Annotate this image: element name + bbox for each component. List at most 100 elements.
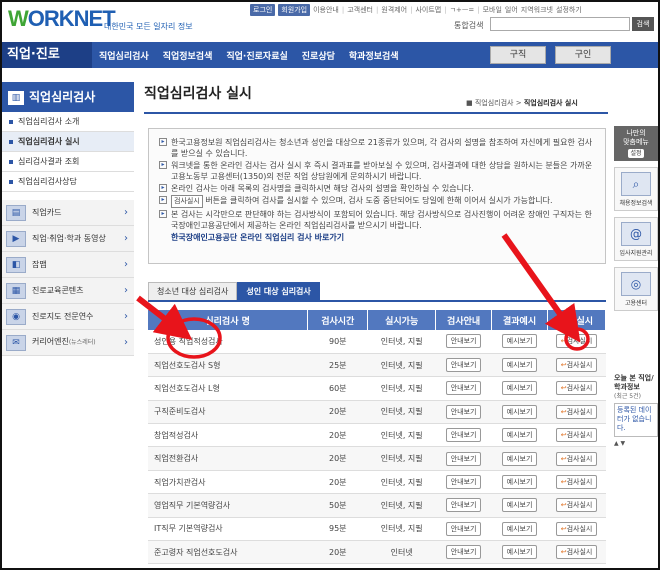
- customer-center-link[interactable]: 고객센터: [347, 5, 373, 15]
- employer-button[interactable]: 구인: [555, 46, 611, 64]
- test-name-link[interactable]: 직업가치관검사: [148, 470, 308, 495]
- view-example-button[interactable]: 예시보기: [501, 381, 538, 396]
- quick-job-search[interactable]: ⌕ 채용정보검색: [614, 167, 658, 211]
- nav-item-major-info[interactable]: 학과정보검색: [342, 49, 406, 62]
- sitemap-link[interactable]: 사이트맵: [415, 5, 441, 15]
- view-example-button[interactable]: 예시보기: [501, 334, 538, 349]
- view-guide-button[interactable]: 안내보기: [445, 358, 482, 373]
- at-icon: @: [621, 222, 651, 246]
- run-test-button[interactable]: ↩검사실시: [555, 358, 598, 373]
- remote-control-link[interactable]: 원격제어: [381, 5, 407, 15]
- guide-cell: 안내보기: [435, 400, 492, 425]
- notice-item: ▸ 워크넷을 통한 온라인 검사는 검사 실시 후 즉시 결과표를 받아보실 수 …: [159, 160, 597, 182]
- run-test-button[interactable]: ↩검사실시: [555, 451, 598, 466]
- quick-application-manage[interactable]: @ 입사지원관리: [614, 217, 658, 261]
- test-duration: 20분: [307, 446, 368, 471]
- quick-employment-center[interactable]: ◎ 고용센터: [614, 267, 658, 311]
- view-example-button[interactable]: 예시보기: [501, 451, 538, 466]
- mobile-link[interactable]: 모바일: [483, 5, 502, 15]
- guide-link[interactable]: 이용안내: [313, 5, 339, 15]
- signup-link[interactable]: 회원가입: [278, 4, 311, 16]
- run-test-button[interactable]: ↩검사실시: [555, 475, 598, 490]
- run-test-button[interactable]: ↩검사실시: [555, 545, 598, 560]
- view-guide-button[interactable]: 안내보기: [445, 334, 482, 349]
- test-name-link[interactable]: 준고령자 직업선호도검사: [148, 540, 308, 565]
- view-example-button[interactable]: 예시보기: [501, 428, 538, 443]
- nav-item-career-resources[interactable]: 직업·진로자료실: [219, 49, 294, 62]
- home-icon[interactable]: ■: [466, 99, 475, 107]
- run-test-button[interactable]: ↩검사실시: [555, 498, 598, 513]
- notice-item: ▸ 온라인 검사는 아래 목록의 검사명을 클릭하시면 해당 검사의 설명을 확인…: [159, 183, 597, 194]
- test-name-link[interactable]: 직업전환검사: [148, 446, 308, 471]
- sidebar-link-job-card[interactable]: ▤ 직업카드 ›: [2, 200, 134, 226]
- search-input[interactable]: [490, 17, 630, 31]
- view-guide-button[interactable]: 안내보기: [445, 521, 482, 536]
- view-example-button[interactable]: 예시보기: [501, 498, 538, 513]
- run-test-button[interactable]: ↩검사실시: [555, 404, 598, 419]
- test-availability: 인터넷: [367, 540, 436, 565]
- search-button[interactable]: 검색: [632, 17, 654, 31]
- view-example-button[interactable]: 예시보기: [501, 521, 538, 536]
- chevron-right-icon: ›: [124, 337, 128, 348]
- login-link[interactable]: 로그인: [250, 4, 276, 16]
- test-name-link[interactable]: 성인용 직업적성검사: [148, 330, 308, 354]
- nav-item-job-info[interactable]: 직업정보검색: [156, 49, 220, 62]
- view-guide-button[interactable]: 안내보기: [445, 404, 482, 419]
- test-name-link[interactable]: 구직준비도검사: [148, 400, 308, 425]
- view-example-button[interactable]: 예시보기: [501, 545, 538, 560]
- sidebar-link-jobmap[interactable]: ◧ 잡맵 ›: [2, 252, 134, 278]
- nav-item-career-counsel[interactable]: 진로상담: [295, 49, 342, 62]
- sidebar-item-counsel[interactable]: 직업심리검사상담: [2, 172, 134, 192]
- test-name-link[interactable]: 직업선호도검사 L형: [148, 376, 308, 401]
- recently-viewed-title: 오늘 본 직업/학과정보: [614, 374, 654, 391]
- tab-youth-tests[interactable]: 청소년 대상 심리검사: [148, 282, 238, 300]
- table-row: 창업적성검사 20분 인터넷, 지필 안내보기 예시보기 ↩검사실시: [148, 423, 606, 448]
- chevron-right-icon: ›: [124, 233, 128, 244]
- guide-cell: 안내보기: [435, 470, 492, 495]
- sidebar-link-career-engine[interactable]: ✉ 커리어엔진(뉴스레터) ›: [2, 330, 134, 356]
- table-row: 영업직무 기본역량검사 50분 인터넷, 지필 안내보기 예시보기 ↩검사실시: [148, 493, 606, 518]
- quick-menu-settings[interactable]: 설정: [628, 149, 644, 158]
- worknet-logo[interactable]: WORKNET: [8, 6, 116, 32]
- tab-divider: [148, 300, 606, 302]
- disabled-test-link[interactable]: 한국장애인고용공단 온라인 직업심리 검사 바로가기: [159, 232, 597, 243]
- view-example-button[interactable]: 예시보기: [501, 358, 538, 373]
- guide-cell: 안내보기: [435, 353, 492, 378]
- language-link[interactable]: 일어: [505, 5, 518, 15]
- view-example-button[interactable]: 예시보기: [501, 404, 538, 419]
- test-name-link[interactable]: 영업직무 기본역량검사: [148, 493, 308, 518]
- test-availability: 인터넷, 지필: [367, 493, 436, 518]
- run-test-button[interactable]: ↩검사실시: [555, 381, 598, 396]
- sidebar-item-results[interactable]: 심리검사결과 조회: [2, 152, 134, 172]
- view-guide-button[interactable]: 안내보기: [445, 381, 482, 396]
- view-guide-button[interactable]: 안내보기: [445, 451, 482, 466]
- font-size-link[interactable]: ㄱ+ㅡ=: [450, 5, 475, 15]
- view-example-button[interactable]: 예시보기: [501, 475, 538, 490]
- tab-adult-tests[interactable]: 성인 대상 심리검사: [237, 282, 320, 300]
- mail-icon: ✉: [6, 334, 26, 351]
- view-guide-button[interactable]: 안내보기: [445, 475, 482, 490]
- test-name-link[interactable]: 창업적성검사: [148, 423, 308, 448]
- test-duration: 20분: [307, 540, 368, 565]
- test-name-link[interactable]: 직업선호도검사 S형: [148, 353, 308, 378]
- run-test-button[interactable]: ↩검사실시: [555, 334, 598, 349]
- sidebar-link-training[interactable]: ◉ 진로지도 전문연수 ›: [2, 304, 134, 330]
- view-guide-button[interactable]: 안내보기: [445, 498, 482, 513]
- sidebar-item-intro[interactable]: 직업심리검사 소개: [2, 112, 134, 132]
- job-seeker-button[interactable]: 구직: [490, 46, 546, 64]
- run-test-button[interactable]: ↩검사실시: [555, 521, 598, 536]
- view-guide-button[interactable]: 안내보기: [445, 428, 482, 443]
- sidebar-item-take-test[interactable]: 직업심리검사 실시: [2, 132, 134, 152]
- test-name-link[interactable]: IT직무 기본역량검사: [148, 517, 308, 542]
- view-guide-button[interactable]: 안내보기: [445, 545, 482, 560]
- sidebar-link-career-content[interactable]: ▦ 진로교육콘텐츠 ›: [2, 278, 134, 304]
- nav-item-psych-test[interactable]: 직업심리검사: [92, 49, 156, 62]
- example-cell: 예시보기: [491, 493, 548, 518]
- sidebar-link-videos[interactable]: ▶ 직업·취업·학과 동영상 ›: [2, 226, 134, 252]
- recently-viewed-pager[interactable]: ▲ ▼: [614, 439, 658, 448]
- run-test-button[interactable]: ↩검사실시: [555, 428, 598, 443]
- regional-worknet-link[interactable]: 지역워크넷: [521, 5, 553, 15]
- test-duration: 20분: [307, 400, 368, 425]
- nav-brand[interactable]: 직업·진로: [2, 42, 92, 68]
- settings-link[interactable]: 설정하기: [556, 5, 582, 15]
